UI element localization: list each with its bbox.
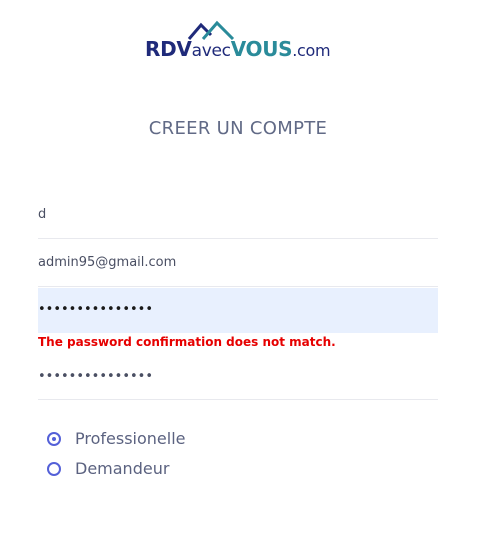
email-field[interactable]: admin95@gmail.com: [38, 244, 438, 287]
logo-rdv-text: RDV: [145, 37, 192, 61]
site-logo[interactable]: RDVavecVOUS.com: [145, 20, 335, 64]
logo-avec-text: avec: [191, 41, 231, 61]
page-title: CREER UN COMPTE: [148, 118, 328, 139]
password-error-message: The password confirmation does not match…: [38, 335, 336, 349]
radio-unchecked-icon[interactable]: [47, 461, 61, 476]
radio-label-demandeur: Demandeur: [75, 459, 170, 478]
logo-wordmark: RDVavecVOUS.com: [145, 37, 331, 61]
radio-option-demandeur[interactable]: Demandeur: [47, 459, 169, 478]
radio-checked-icon[interactable]: [47, 431, 61, 446]
name-field[interactable]: d: [38, 198, 438, 239]
password-confirm-field[interactable]: •••••••••••••••: [38, 360, 438, 400]
radio-label-professionelle: Professionelle: [75, 429, 186, 448]
logo-vous-text: VOUS: [230, 37, 293, 61]
logo-dotcom-text: .com: [292, 41, 331, 60]
radio-option-professionelle[interactable]: Professionelle: [47, 429, 185, 448]
password-field[interactable]: •••••••••••••••: [38, 288, 438, 333]
